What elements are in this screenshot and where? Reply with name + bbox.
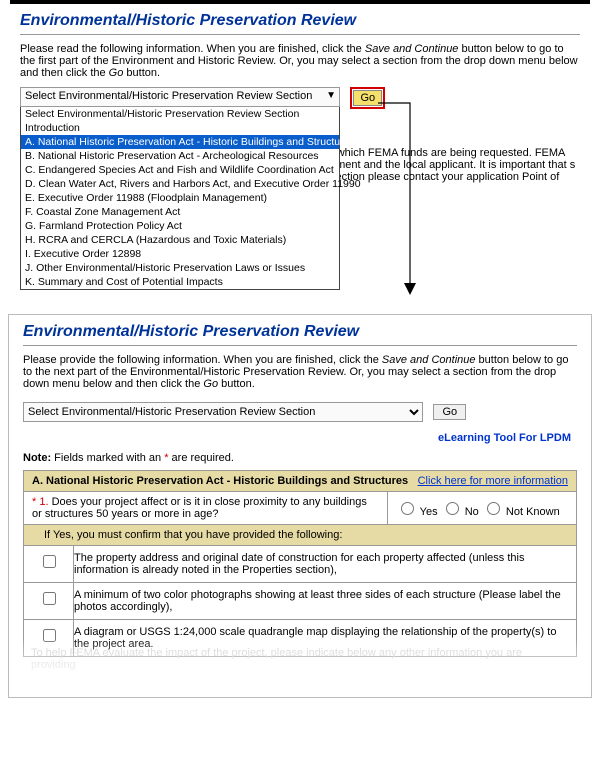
required-note: Note: Fields marked with an * are requir…	[9, 448, 591, 470]
page-title: Environmental/Historic Preservation Revi…	[0, 4, 600, 32]
dropdown-option[interactable]: A. National Historic Preservation Act - …	[21, 135, 339, 149]
dropdown-option[interactable]: J. Other Environmental/Historic Preserva…	[21, 261, 339, 275]
confirm-check-2[interactable]	[43, 592, 56, 605]
elearning-link[interactable]: eLearning Tool For LPDM	[438, 432, 571, 444]
dropdown-option[interactable]: D. Clean Water Act, Rivers and Harbors A…	[21, 177, 339, 191]
panel-title: Environmental/Historic Preservation Revi…	[9, 315, 591, 343]
dropdown-option[interactable]: Introduction	[21, 121, 339, 135]
question-1: * 1. Does your project affect or is it i…	[24, 492, 388, 525]
panel-title-underline	[23, 345, 577, 346]
dropdown-option[interactable]: I. Executive Order 12898	[21, 247, 339, 261]
section-header-cell: A. National Historic Preservation Act - …	[24, 471, 577, 492]
question-table: A. National Historic Preservation Act - …	[23, 470, 577, 657]
dropdown-option[interactable]: F. Coastal Zone Management Act	[21, 205, 339, 219]
go-button[interactable]: Go	[353, 90, 382, 106]
intro-paragraph: Please read the following information. W…	[0, 41, 600, 87]
dropdown-option[interactable]: H. RCRA and CERCLA (Hazardous and Toxic …	[21, 233, 339, 247]
radio-no[interactable]	[446, 502, 459, 515]
confirm-check-1[interactable]	[43, 555, 56, 568]
dropdown-option[interactable]: G. Farmland Protection Policy Act	[21, 219, 339, 233]
go-button-panel[interactable]: Go	[433, 404, 466, 420]
subheader: If Yes, you must confirm that you have p…	[24, 525, 577, 546]
dropdown-option[interactable]: E. Executive Order 11988 (Floodplain Man…	[21, 191, 339, 205]
dropdown-option[interactable]: Select Environmental/Historic Preservati…	[21, 107, 339, 121]
dropdown-option[interactable]: B. National Historic Preservation Act - …	[21, 149, 339, 163]
go-button-highlight: Go	[350, 87, 385, 109]
confirm-text-1: The property address and original date o…	[74, 546, 577, 583]
confirm-check-3[interactable]	[43, 629, 56, 642]
radio-not-known[interactable]	[487, 502, 500, 515]
section-dropdown[interactable]: Select Environmental/Historic Preservati…	[23, 402, 423, 422]
title-underline	[20, 34, 580, 35]
faded-row: To help FEMA evaluate the impact of the …	[23, 647, 577, 671]
section-dropdown-selected: Select Environmental/Historic Preservati…	[25, 90, 312, 102]
answer-group: Yes No Not Known	[387, 492, 576, 525]
dropdown-option[interactable]: C. Endangered Species Act and Fish and W…	[21, 163, 339, 177]
radio-yes[interactable]	[401, 502, 414, 515]
more-info-link[interactable]: Click here for more information	[418, 475, 568, 487]
panel-intro: Please provide the following information…	[9, 352, 591, 398]
panel-detail: Environmental/Historic Preservation Revi…	[8, 314, 592, 698]
dropdown-option[interactable]: K. Summary and Cost of Potential Impacts	[21, 275, 339, 289]
section-dropdown-open[interactable]: Select Environmental/Historic Preservati…	[20, 87, 340, 290]
chevron-down-icon: ▼	[326, 90, 336, 101]
confirm-text-2: A minimum of two color photographs showi…	[74, 583, 577, 620]
